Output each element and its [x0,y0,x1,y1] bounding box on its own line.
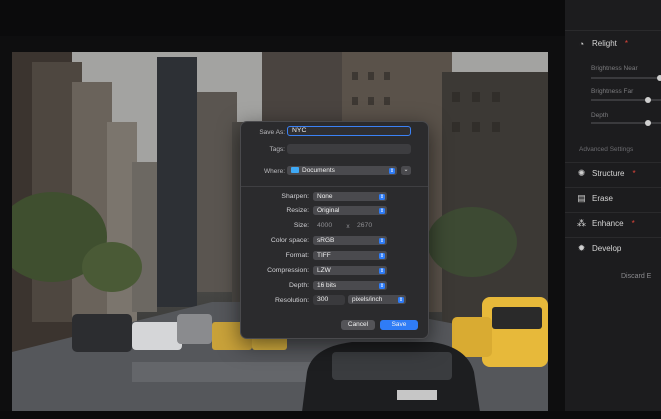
structure-section[interactable]: ✺ Structure * [565,162,661,185]
format-select[interactable]: TIFF ⇕ [313,251,387,260]
resolution-unit-value: pixels/inch [352,296,383,303]
chevron-down-icon: ⌄ [403,167,409,173]
cancel-button[interactable]: Cancel [341,320,375,330]
enhance-icon: ⁂ [577,218,586,228]
brightness-far-label: Brightness Far [591,88,634,95]
starred-indicator: * [631,219,635,228]
starred-indicator: * [624,39,629,48]
chevron-updown-icon: ⇕ [379,207,385,214]
brightness-near-slider[interactable] [591,75,661,81]
starred-indicator: * [632,169,636,178]
resize-value: Original [317,207,340,214]
slider-knob[interactable] [657,75,661,81]
compression-select[interactable]: LZW ⇕ [313,266,387,275]
section-header-enhance: ⁂ Enhance * [577,218,635,228]
chevron-updown-icon: ⇕ [379,193,385,200]
format-label: Format: [285,252,309,259]
colorspace-value: sRGB [317,237,335,244]
resolution-unit-select[interactable]: pixels/inch ⇕ [348,295,406,304]
enhance-section[interactable]: ⁂ Enhance * [565,212,661,235]
size-height: 2670 [357,222,373,229]
where-label: Where: [264,168,285,175]
depth-label: Depth: [288,282,309,289]
resize-label: Resize: [286,207,309,214]
section-label: Structure [592,169,625,178]
chevron-updown-icon: ⇕ [379,237,385,244]
develop-section[interactable]: ✹ Develop [565,237,661,260]
resolution-input[interactable]: 300 [313,295,345,305]
size-label: Size: [293,222,309,229]
section-label: Develop [592,244,622,253]
expand-button[interactable]: ⌄ [401,166,411,175]
section-header-relight[interactable]: ◔ Relight * [577,38,629,49]
depth-select[interactable]: 16 bits ⇕ [313,281,387,290]
chevron-updown-icon: ⇕ [379,282,385,289]
colorspace-select[interactable]: sRGB ⇕ [313,236,387,245]
section-label: Relight [592,39,617,48]
save-dialog: Save As: NYC Tags: Where: Documents ⇕ ⌄ … [240,121,429,339]
format-value: TIFF [317,252,331,259]
resolution-label: Resolution: [274,297,309,304]
tags-input[interactable] [287,144,411,154]
section-header-erase: ▤ Erase [577,193,613,203]
where-value: Documents [302,167,335,174]
top-toolbar [0,0,661,36]
colorspace-label: Color space: [270,237,309,244]
divider [241,186,428,187]
erase-section[interactable]: ▤ Erase [565,187,661,210]
depth-value: 16 bits [317,282,337,289]
save-as-label: Save As: [259,129,285,136]
sharpen-value: None [317,193,333,200]
section-header-structure: ✺ Structure * [577,168,636,178]
filename-input[interactable]: NYC [287,126,411,136]
brightness-far-slider[interactable] [591,97,661,103]
folder-icon [291,167,299,173]
erase-icon: ▤ [577,193,586,203]
compression-value: LZW [317,267,331,274]
slider-knob[interactable] [645,120,651,126]
size-x: x [346,223,350,230]
structure-icon: ✺ [577,168,586,178]
adjustments-panel: ◔ Relight * Brightness Near Brightness Fa… [565,0,661,411]
brightness-near-label: Brightness Near [591,65,638,72]
chevron-updown-icon: ⇕ [389,167,395,174]
section-label: Enhance [592,219,624,228]
depth-label: Depth [591,112,609,119]
where-select[interactable]: Documents ⇕ [287,166,397,175]
relight-icon: ◔ [578,38,585,49]
save-button[interactable]: Save [380,320,418,330]
chevron-updown-icon: ⇕ [379,252,385,259]
chevron-updown-icon: ⇕ [379,267,385,274]
sharpen-select[interactable]: None ⇕ [313,192,387,201]
compression-label: Compression: [267,267,309,274]
depth-slider[interactable] [591,120,661,126]
resize-select[interactable]: Original ⇕ [313,206,387,215]
slider-knob[interactable] [645,97,651,103]
size-width: 4000 [317,222,333,229]
section-label: Erase [592,194,613,203]
section-header-develop: ✹ Develop [577,243,622,253]
sharpen-label: Sharpen: [281,193,309,200]
develop-icon: ✹ [577,243,586,253]
discard-button[interactable]: Discard E [621,273,651,280]
relight-section: ◔ Relight * Brightness Near Brightness Fa… [565,30,661,141]
bottom-bar [0,411,661,419]
tags-label: Tags: [269,146,285,153]
advanced-settings[interactable]: Advanced Settings [579,146,633,153]
chevron-updown-icon: ⇕ [398,296,404,303]
